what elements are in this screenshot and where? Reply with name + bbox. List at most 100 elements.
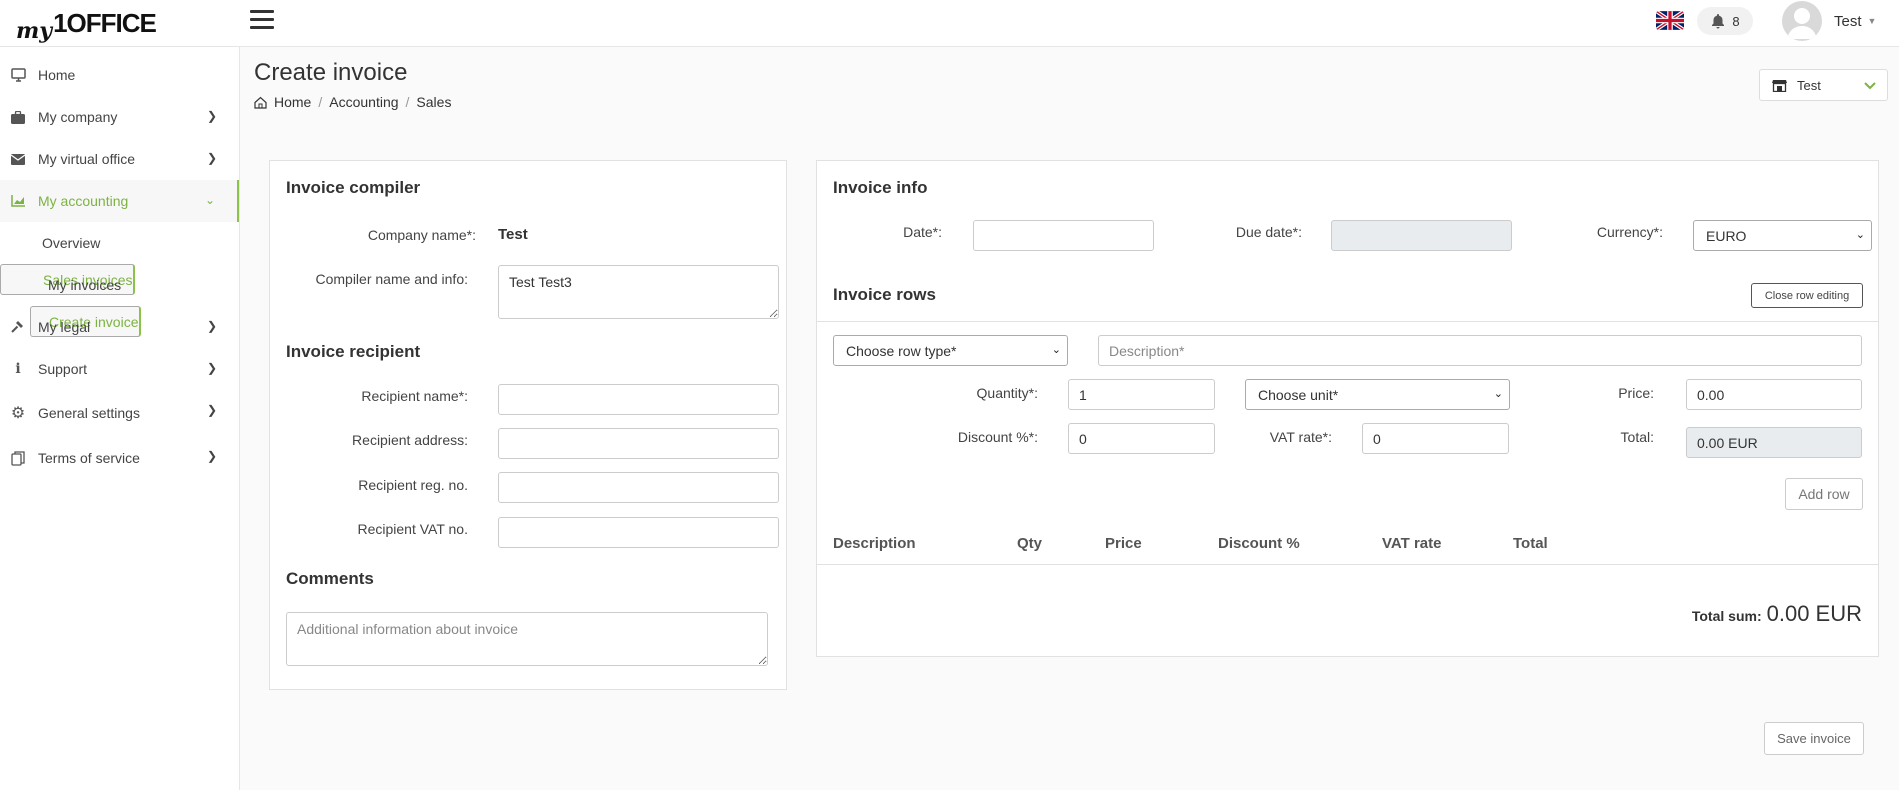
recipient-reg-label: Recipient reg. no.	[358, 477, 468, 493]
logo-main: 1OFFICE	[53, 8, 157, 38]
breadcrumb-accounting[interactable]: Accounting	[329, 94, 398, 110]
sidebar-item-overview[interactable]: Overview	[0, 222, 239, 264]
notifications-button[interactable]: 8	[1697, 7, 1753, 35]
total-field	[1686, 427, 1862, 458]
section-heading-comments: Comments	[286, 569, 374, 588]
sidebar-item-my-invoices[interactable]: My invoices	[0, 264, 239, 306]
column-header-price: Price	[1105, 535, 1142, 552]
sidebar-item-label: My invoices	[48, 277, 122, 293]
sidebar-item-label: Terms of service	[38, 450, 140, 466]
breadcrumb-home[interactable]: Home	[274, 94, 311, 110]
uk-flag-icon[interactable]	[1656, 11, 1684, 30]
company-selector-value: Test	[1797, 77, 1821, 93]
logo-prefix: my	[16, 18, 53, 44]
chevron-right-icon: ❯	[206, 449, 217, 463]
compiler-info-label: Compiler name and info:	[315, 271, 468, 287]
chevron-down-icon: ⌄	[1855, 229, 1865, 241]
company-name-label: Company name*:	[367, 227, 476, 243]
chevron-right-icon: ❯	[206, 403, 217, 417]
sidebar-item-my-company[interactable]: My company ❯	[0, 96, 239, 138]
sidebar-item-my-legal[interactable]: My legal ❯	[0, 306, 239, 348]
page-title: Create invoice	[254, 59, 408, 86]
column-header-discount: Discount %	[1218, 535, 1300, 552]
company-name-value: Test	[498, 226, 528, 243]
currency-label: Currency*:	[1596, 224, 1663, 240]
divider	[817, 321, 1878, 322]
sidebar-item-label: My legal	[38, 319, 91, 335]
sidebar-item-label: Overview	[42, 235, 101, 251]
user-name: Test	[1834, 12, 1862, 30]
top-bar: my 1OFFICE 8 Test ▼	[0, 0, 1899, 47]
documents-icon	[10, 450, 26, 466]
add-row-button[interactable]: Add row	[1785, 478, 1863, 510]
divider	[817, 564, 1878, 565]
invoice-compiler-panel: Invoice compiler Company name*: Test Com…	[269, 160, 787, 690]
breadcrumb-separator: /	[318, 94, 323, 110]
recipient-address-label: Recipient address:	[352, 432, 468, 448]
total-label: Total:	[1620, 429, 1654, 445]
envelope-icon	[10, 151, 26, 167]
comments-field[interactable]	[286, 612, 768, 666]
bell-icon	[1712, 14, 1725, 29]
currency-select[interactable]: EURO ⌄	[1693, 220, 1872, 251]
user-menu[interactable]: Test ▼	[1782, 1, 1876, 41]
company-selector[interactable]: Test	[1759, 69, 1888, 101]
breadcrumb: Home / Accounting / Sales	[254, 94, 451, 110]
menu-toggle-icon[interactable]	[250, 10, 274, 32]
sidebar-item-my-accounting[interactable]: My accounting ⌄	[0, 180, 239, 222]
briefcase-icon	[10, 109, 26, 125]
invoice-info-panel: Invoice info Date*: Due date*: Currency*…	[816, 160, 1879, 657]
chart-icon	[10, 193, 26, 209]
store-icon	[1772, 79, 1787, 92]
chevron-down-icon: ⌄	[204, 193, 215, 207]
close-row-editing-button[interactable]: Close row editing	[1751, 283, 1863, 308]
avatar	[1782, 1, 1822, 41]
total-sum-label: Total sum:	[1691, 608, 1762, 624]
breadcrumb-sales: Sales	[416, 94, 452, 110]
sidebar-item-terms-of-service[interactable]: Terms of service ❯	[0, 436, 239, 480]
info-icon: i	[15, 361, 21, 377]
recipient-name-field[interactable]	[498, 384, 779, 415]
caret-down-icon: ▼	[1867, 16, 1877, 26]
sidebar-item-home[interactable]: Home	[0, 54, 239, 96]
chevron-right-icon: ❯	[206, 319, 217, 333]
sidebar-item-label: Support	[38, 361, 88, 377]
row-type-select[interactable]: Choose row type* ⌄	[833, 335, 1068, 366]
recipient-address-field[interactable]	[498, 428, 779, 459]
chevron-right-icon: ❯	[206, 361, 217, 375]
sidebar: Home My company ❯ My virtual office ❯ My…	[0, 47, 240, 790]
total-sum-value: 0.00 EUR	[1766, 601, 1862, 626]
sidebar-item-general-settings[interactable]: ⚙ General settings ❯	[0, 390, 239, 436]
price-label: Price:	[1618, 385, 1654, 401]
compiler-info-field[interactable]: Test Test3	[498, 265, 779, 319]
column-header-total: Total	[1513, 535, 1548, 552]
recipient-vat-field[interactable]	[498, 517, 779, 548]
sidebar-item-label: Home	[38, 67, 76, 83]
sidebar-item-support[interactable]: i Support ❯	[0, 348, 239, 390]
description-field[interactable]	[1098, 335, 1862, 366]
row-type-select-value: Choose row type*	[846, 342, 957, 359]
sidebar-item-label: My virtual office	[38, 151, 135, 167]
chevron-right-icon: ❯	[206, 109, 217, 123]
breadcrumb-separator: /	[405, 94, 410, 110]
sidebar-item-label: My accounting	[38, 193, 129, 209]
chevron-right-icon: ❯	[206, 151, 217, 165]
price-field[interactable]	[1686, 379, 1862, 410]
notifications-count: 8	[1732, 13, 1740, 29]
sidebar-item-label: My company	[38, 109, 118, 125]
recipient-reg-field[interactable]	[498, 472, 779, 503]
sidebar-item-my-virtual-office[interactable]: My virtual office ❯	[0, 138, 239, 180]
save-invoice-button[interactable]: Save invoice	[1764, 722, 1864, 755]
logo[interactable]: my 1OFFICE	[16, 6, 157, 44]
section-heading-invoice-info: Invoice info	[833, 178, 928, 197]
recipient-name-label: Recipient name*:	[361, 388, 468, 404]
chevron-down-icon: ⌄	[1051, 344, 1061, 356]
section-heading-invoice-rows: Invoice rows	[833, 285, 936, 304]
column-header-qty: Qty	[1017, 535, 1043, 552]
section-heading-recipient: Invoice recipient	[286, 342, 421, 361]
column-header-vat-rate: VAT rate	[1382, 535, 1442, 552]
column-header-description: Description	[833, 535, 916, 552]
section-heading-compiler: Invoice compiler	[286, 178, 421, 197]
home-icon	[254, 96, 267, 109]
chevron-down-icon	[1863, 76, 1877, 96]
